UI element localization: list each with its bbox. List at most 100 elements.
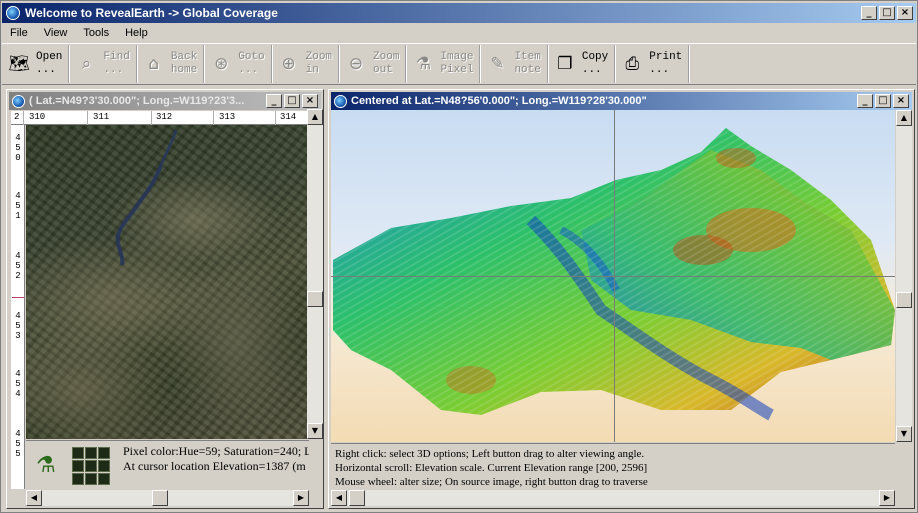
toolbar-button-microscope[interactable]: ⚗ Image Pixel	[406, 45, 481, 83]
menu-tools[interactable]: Tools	[75, 27, 117, 39]
toolbar-button-label: Image Pixel	[440, 51, 474, 76]
printer-icon: ⎙	[625, 54, 640, 74]
ruler-tick	[275, 111, 276, 125]
microscope-icon: ⚗	[415, 54, 432, 74]
satellite-image[interactable]	[26, 125, 307, 439]
ruler-tick	[213, 111, 214, 125]
ruler-tick	[23, 111, 24, 125]
source-vertical-scrollbar[interactable]: ▲ ▼	[307, 109, 323, 439]
scroll-down-arrow[interactable]: ▼	[307, 423, 323, 439]
close-button[interactable]: ×	[897, 6, 913, 20]
toolbar-button-label: Zoom out	[373, 51, 400, 76]
source-window-title: ( Lat.=N49?3'30.000"; Long.=W119?23'3...	[29, 95, 245, 107]
open-map-icon: 🗺	[8, 54, 30, 74]
app-window: Welcome to RevealEarth -> Global Coverag…	[0, 0, 918, 513]
scroll-right-arrow[interactable]: ▶	[293, 490, 309, 506]
toolbar-button-copy[interactable]: ❐ Copy ...	[548, 45, 616, 83]
ruler-label: 4 5 2	[15, 251, 21, 281]
toolbar-button-label: Goto ...	[238, 51, 265, 76]
toolbar-button-home[interactable]: ⌂ Back home	[137, 45, 205, 83]
app-title: Welcome to RevealEarth -> Global Coverag…	[25, 6, 278, 20]
minimize-button[interactable]: _	[266, 94, 282, 108]
ruler-tick	[87, 111, 88, 125]
scroll-left-arrow[interactable]: ◀	[26, 490, 42, 506]
compass-icon: ⊛	[214, 54, 229, 74]
minimize-button[interactable]: _	[861, 6, 877, 20]
toolbar-button-label: Zoom in	[305, 51, 333, 76]
source-horizontal-scrollbar[interactable]: ◀ ▶	[26, 490, 309, 506]
menu-file[interactable]: File	[2, 27, 36, 39]
scroll-thumb[interactable]	[896, 292, 912, 308]
globe-icon	[334, 94, 347, 108]
binoculars-icon: ⌕	[81, 54, 92, 74]
ruler-label: 311	[93, 112, 110, 122]
home-icon: ⌂	[148, 54, 160, 74]
source-window-title-bar[interactable]: ( Lat.=N49?3'30.000"; Long.=W119?23'3...…	[9, 92, 321, 110]
zoom-out-icon: ⊖	[348, 54, 364, 74]
app-title-bar[interactable]: Welcome to RevealEarth -> Global Coverag…	[2, 3, 916, 23]
copy-icon: ❐	[557, 54, 573, 74]
toolbar-button-zoom-out[interactable]: ⊖ Zoom out	[339, 45, 407, 83]
ruler-label: 313	[219, 112, 236, 122]
toolbar-button-binoculars[interactable]: ⌕ Find ...	[69, 45, 137, 83]
crosshair-horizontal	[331, 276, 895, 277]
ruler-label: 312	[156, 112, 173, 122]
terrain-3d-view[interactable]	[331, 110, 895, 442]
elevation-text: At cursor location Elevation=1387 (m	[123, 459, 306, 473]
scroll-thumb[interactable]	[349, 490, 365, 506]
help-line-mouse-wheel: Mouse wheel: alter size; On source image…	[335, 476, 648, 488]
left-ruler: 4 5 0 4 5 1 4 5 2 4 5 3 4 5 4 4 5 5	[11, 125, 25, 489]
toolbar-button-label: Open ...	[36, 51, 63, 76]
maximize-button[interactable]: □	[875, 94, 891, 108]
help-line-elevation-range: Horizontal scroll: Elevation scale. Curr…	[335, 462, 648, 474]
microscope-icon: ⚗	[36, 453, 56, 478]
ruler-label: 4 5 4	[15, 369, 21, 399]
scroll-thumb[interactable]	[307, 291, 323, 307]
scroll-down-arrow[interactable]: ▼	[896, 426, 912, 442]
toolbar-button-label: Print ...	[649, 51, 683, 76]
river-overlay	[115, 129, 178, 266]
elevation-scale-scrollbar[interactable]: ◀ ▶	[331, 490, 895, 506]
toolbar-button-printer[interactable]: ⎙ Print ...	[615, 45, 690, 83]
toolbar: 🗺 Open ... ⌕ Find ... ⌂ Back home ⊛ Goto ... ⊕ Zo…	[2, 43, 916, 85]
terrain-window-title-bar[interactable]: Centered at Lat.=N48?56'0.000"; Long.=W1…	[331, 92, 912, 110]
toolbar-button-zoom-in[interactable]: ⊕ Zoom in	[272, 45, 340, 83]
toolbar-button-label: Back home	[170, 51, 198, 76]
terrain-3d-window: Centered at Lat.=N48?56'0.000"; Long.=W1…	[328, 89, 915, 509]
help-line-right-click: Right click: select 3D options; Left but…	[335, 448, 645, 460]
ruler-label: 4 5 5	[15, 429, 21, 459]
maximize-button[interactable]: □	[879, 6, 895, 20]
maximize-button[interactable]: □	[284, 94, 300, 108]
close-button[interactable]: ×	[302, 94, 318, 108]
ruler-label: 4 5 3	[15, 311, 21, 341]
terrain-vertical-scrollbar[interactable]: ▲ ▼	[896, 110, 912, 442]
globe-icon	[12, 94, 25, 108]
close-button[interactable]: ×	[893, 94, 909, 108]
pixel-grid-icon	[72, 447, 110, 485]
note-icon: ✎	[490, 54, 505, 74]
terrain-window-title: Centered at Lat.=N48?56'0.000"; Long.=W1…	[351, 95, 647, 107]
scroll-up-arrow[interactable]: ▲	[307, 109, 323, 125]
scroll-left-arrow[interactable]: ◀	[331, 490, 347, 506]
terrain-help-panel: Right click: select 3D options; Left but…	[331, 443, 895, 489]
toolbar-button-label: Find ...	[103, 51, 130, 76]
ruler-label: 310	[29, 112, 46, 122]
scroll-thumb[interactable]	[152, 490, 168, 506]
toolbar-button-label: Item note	[514, 51, 541, 76]
toolbar-button-open-map[interactable]: 🗺 Open ...	[2, 45, 70, 83]
toolbar-button-compass[interactable]: ⊛ Goto ...	[204, 45, 272, 83]
menu-help[interactable]: Help	[117, 27, 156, 39]
ruler-label: 2	[14, 112, 20, 122]
minimize-button[interactable]: _	[857, 94, 873, 108]
ruler-label: 4 5 1	[15, 191, 21, 221]
menu-view[interactable]: View	[36, 27, 76, 39]
scroll-up-arrow[interactable]: ▲	[896, 110, 912, 126]
ruler-cursor-marker	[12, 297, 24, 298]
pixel-info-panel: ⚗ Pixel color:Hue=59; Saturation=240; L …	[26, 440, 309, 488]
ruler-label: 4 5 0	[15, 133, 21, 163]
menu-bar: File View Tools Help	[2, 24, 916, 42]
pixel-color-text: Pixel color:Hue=59; Saturation=240; L	[123, 444, 309, 458]
toolbar-button-note[interactable]: ✎ Item note	[480, 45, 548, 83]
ruler-tick	[151, 111, 152, 125]
scroll-right-arrow[interactable]: ▶	[879, 490, 895, 506]
